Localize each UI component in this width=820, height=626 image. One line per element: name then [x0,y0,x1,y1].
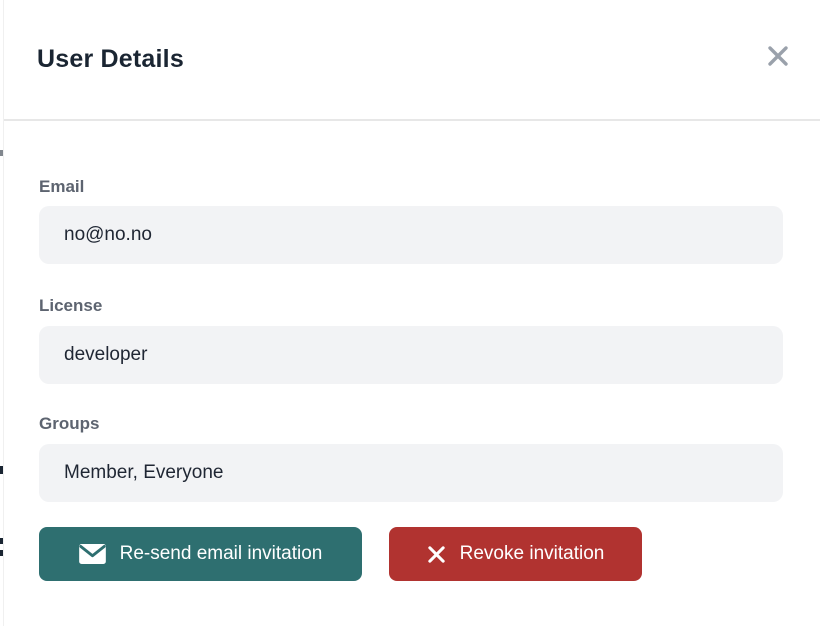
close-button[interactable] [764,43,792,71]
revoke-invitation-button[interactable]: Revoke invitation [389,527,642,581]
email-value: no@no.no [64,224,152,246]
email-field[interactable]: no@no.no [39,206,783,264]
license-value: developer [64,344,147,366]
modal-header: User Details [4,0,820,121]
groups-value: Member, Everyone [64,462,223,484]
resend-email-invitation-button[interactable]: Re-send email invitation [39,527,362,581]
groups-field[interactable]: Member, Everyone [39,444,783,502]
envelope-icon [79,544,106,564]
license-label: License [39,296,102,316]
user-details-modal: User Details Email no@no.no License deve… [3,0,820,626]
close-icon [766,44,790,71]
page-title: User Details [37,45,184,74]
x-icon [427,545,446,564]
email-label: Email [39,177,84,197]
groups-label: Groups [39,414,99,434]
revoke-button-label: Revoke invitation [460,543,605,565]
resend-button-label: Re-send email invitation [120,543,323,565]
license-field[interactable]: developer [39,326,783,384]
